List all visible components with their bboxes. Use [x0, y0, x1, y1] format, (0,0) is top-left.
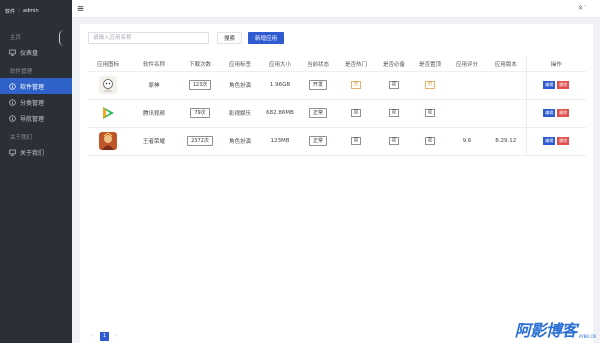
toolbar: 搜索 新增应用: [88, 32, 285, 44]
must-toggle[interactable]: 是: [389, 137, 399, 145]
col-header: 应用图标: [88, 57, 128, 72]
col-header: 是否热门: [336, 57, 376, 72]
app-tag: 角色扮演: [220, 127, 260, 156]
watermark-sub: AYBK.CN: [578, 334, 596, 339]
app-size: 682.86MB: [260, 99, 300, 128]
sidebar-item-label: 关于我们: [20, 149, 45, 157]
sidebar-item-navigation[interactable]: 导航管理: [0, 110, 72, 126]
prev-page-button[interactable]: ‹: [88, 332, 97, 341]
app-icon-tencent-video: [99, 104, 117, 122]
table-header-row: 应用图标 软件名称 下载次数 应用标签 应用大小 当前状态 是否热门 是否必备 …: [88, 57, 586, 72]
downloads-badge: 79次: [190, 108, 210, 118]
col-header: 当前状态: [300, 57, 336, 72]
row-actions: 编辑 删除: [527, 137, 587, 145]
sidebar-item-label: 仪表盘: [20, 49, 39, 57]
brand: 软件 › admin: [0, 0, 72, 22]
app-version: [486, 99, 526, 128]
sidebar-item-software[interactable]: 软件管理: [0, 78, 72, 94]
col-header: 软件名称: [128, 57, 180, 72]
app-size: 1.96GB: [260, 71, 300, 100]
monitor-icon: [9, 49, 16, 56]
app-name: 王者荣耀: [128, 127, 180, 156]
col-header: 应用标签: [220, 57, 260, 72]
caret-down-icon: [584, 5, 586, 7]
sidebar-item-label: 分类管理: [20, 99, 45, 107]
must-toggle[interactable]: 是: [389, 109, 399, 117]
delete-button[interactable]: 删除: [557, 81, 570, 89]
app-tag: 角色扮演: [220, 71, 260, 100]
top-toggle[interactable]: 否: [425, 81, 435, 89]
col-header: 下载次数: [180, 57, 220, 72]
brand-left: 软件: [5, 8, 16, 15]
col-header: 操作: [525, 57, 586, 72]
app-icon-genshin: [99, 76, 117, 94]
monitor-icon: [9, 149, 16, 156]
downloads-badge: 2372次: [187, 136, 213, 146]
app-version: [486, 71, 526, 100]
col-header: 是否必备: [376, 57, 412, 72]
app-rating: [448, 71, 486, 100]
search-input[interactable]: [88, 32, 209, 44]
top-toggle[interactable]: 是: [425, 109, 435, 117]
hamburger-icon[interactable]: [77, 5, 84, 12]
delete-button[interactable]: 删除: [557, 137, 570, 145]
add-app-button[interactable]: 新增应用: [248, 32, 285, 44]
sidebar-item-dashboard[interactable]: 仪表盘: [0, 44, 72, 60]
sidebar-item-category[interactable]: 分类管理: [0, 94, 72, 110]
app-version: 8.29.12: [486, 127, 526, 156]
hot-toggle[interactable]: 否: [351, 81, 361, 89]
info-circle-icon: [9, 82, 16, 90]
col-header: 应用评分: [448, 57, 486, 72]
search-button[interactable]: 搜索: [217, 32, 243, 44]
delete-button[interactable]: 删除: [557, 109, 570, 117]
watermark-logo: 阿影博客 AYBK.CN: [515, 317, 596, 341]
col-header: 是否置顶: [412, 57, 448, 72]
main-card: 搜索 新增应用 应用图标 软件名称 下载次数 应用标签 应用大小 当前状态 是否…: [80, 24, 593, 343]
collapse-handle[interactable]: [59, 30, 64, 46]
sidebar-item-label: 导航管理: [20, 115, 45, 123]
row-actions: 编辑 删除: [527, 109, 587, 117]
app-name: 原神: [128, 71, 180, 100]
col-header: 应用大小: [260, 57, 300, 72]
table-row: 腾讯视频 79次 影视娱乐 682.86MB 正常 是 是 是 编辑 删除: [88, 99, 587, 128]
brand-separator: ›: [18, 8, 21, 14]
brand-right: admin: [23, 8, 39, 14]
next-page-button[interactable]: ›: [112, 332, 121, 341]
col-header: 应用版本: [486, 57, 526, 72]
must-toggle[interactable]: 是: [389, 81, 399, 89]
row-actions: 编辑 删除: [527, 81, 587, 89]
status-badge[interactable]: 开发: [308, 80, 327, 90]
info-circle-icon: [9, 98, 16, 106]
status-badge[interactable]: 正常: [308, 108, 327, 118]
group-title-software: 软件管理: [10, 69, 33, 75]
top-toggle[interactable]: 是: [425, 137, 435, 145]
sidebar: 软件 › admin 主页 仪表盘 软件管理 软件管理 分类管理 导航管理 关于…: [0, 0, 72, 343]
edit-button[interactable]: 编辑: [543, 81, 556, 89]
topbar: [72, 0, 600, 18]
app-size: 123MB: [260, 127, 300, 156]
table-row: 原神 123次 角色扮演 1.96GB 开发 否 是 否 编辑 删除: [88, 71, 587, 100]
page-number[interactable]: 1: [100, 332, 109, 341]
group-title-about: 关于我们: [10, 135, 33, 141]
app-rating: [448, 99, 486, 128]
edit-button[interactable]: 编辑: [543, 137, 556, 145]
app-name: 腾讯视频: [128, 99, 180, 128]
app-rating: 9.6: [448, 127, 486, 156]
hot-toggle[interactable]: 是: [351, 109, 361, 117]
app-tag: 影视娱乐: [220, 99, 260, 128]
info-circle-icon: [9, 114, 16, 122]
status-badge[interactable]: 正常: [308, 136, 327, 146]
sidebar-item-about[interactable]: 关于我们: [0, 144, 72, 160]
watermark-text: 阿影博客: [514, 321, 578, 340]
table-row: 王者荣耀 2372次 角色扮演 123MB 正常 是 是 是 9.6 8.29.…: [88, 127, 587, 156]
app-icon-honor-of-kings: [99, 132, 117, 150]
sidebar-item-label: 软件管理: [20, 83, 45, 91]
pagination: ‹ 1 ›: [88, 332, 121, 341]
user-icon[interactable]: [578, 4, 586, 12]
hot-toggle[interactable]: 是: [351, 137, 361, 145]
edit-button[interactable]: 编辑: [543, 109, 556, 117]
downloads-badge: 123次: [188, 80, 212, 90]
app-table: 应用图标 软件名称 下载次数 应用标签 应用大小 当前状态 是否热门 是否必备 …: [88, 57, 586, 156]
